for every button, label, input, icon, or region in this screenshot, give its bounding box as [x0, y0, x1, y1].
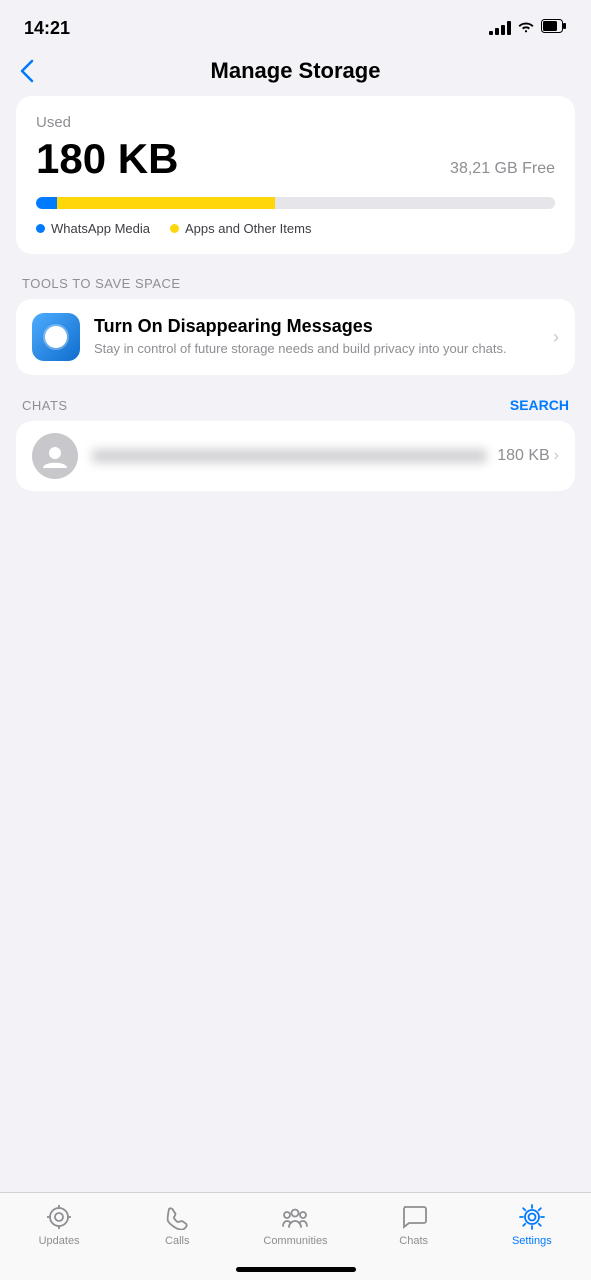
- chats-card: 180 KB ›: [16, 421, 575, 491]
- back-button[interactable]: [20, 59, 34, 83]
- tool-subtitle: Stay in control of future storage needs …: [94, 340, 545, 358]
- chats-section-header: CHATS SEARCH: [16, 397, 575, 413]
- tab-updates[interactable]: Updates: [19, 1203, 99, 1247]
- chats-icon: [400, 1203, 428, 1231]
- tab-calls-label: Calls: [165, 1235, 189, 1247]
- storage-progress-bar: [36, 197, 555, 209]
- calls-icon: [163, 1203, 191, 1231]
- status-icons: [489, 19, 567, 38]
- tool-chevron-icon: ›: [553, 327, 559, 348]
- storage-free-value: 38,21 GB Free: [450, 160, 555, 178]
- legend-label-whatsapp: WhatsApp Media: [51, 221, 150, 236]
- communities-icon: [281, 1203, 309, 1231]
- signal-icon: [489, 21, 511, 35]
- legend-label-apps: Apps and Other Items: [185, 221, 311, 236]
- battery-icon: [541, 19, 567, 38]
- chat-item[interactable]: 180 KB ›: [16, 421, 575, 491]
- storage-row: 180 KB 38,21 GB Free: [36, 135, 555, 183]
- nav-header: Manage Storage: [0, 50, 591, 96]
- legend-whatsapp: WhatsApp Media: [36, 221, 150, 236]
- wifi-icon: [517, 19, 535, 38]
- legend-dot-apps: [170, 224, 179, 233]
- chat-name-blur: [92, 449, 487, 463]
- disappearing-messages-icon-wrap: [32, 313, 80, 361]
- tab-settings-label: Settings: [512, 1235, 552, 1247]
- storage-used-value: 180 KB: [36, 135, 178, 183]
- main-content: Used 180 KB 38,21 GB Free WhatsApp Media…: [0, 96, 591, 491]
- disappearing-messages-item[interactable]: Turn On Disappearing Messages Stay in co…: [16, 299, 575, 375]
- tab-calls[interactable]: Calls: [137, 1203, 217, 1247]
- settings-icon: [518, 1203, 546, 1231]
- status-bar: 14:21: [0, 0, 591, 50]
- tab-communities[interactable]: Communities: [255, 1203, 335, 1247]
- page-title: Manage Storage: [211, 58, 381, 84]
- used-label: Used: [36, 114, 555, 131]
- tool-text: Turn On Disappearing Messages Stay in co…: [94, 316, 545, 358]
- storage-card: Used 180 KB 38,21 GB Free WhatsApp Media…: [16, 96, 575, 254]
- chat-size-value: 180 KB: [497, 447, 549, 465]
- tool-title: Turn On Disappearing Messages: [94, 316, 545, 337]
- tab-chats-label: Chats: [399, 1235, 428, 1247]
- tab-settings[interactable]: Settings: [492, 1203, 572, 1247]
- tab-communities-label: Communities: [263, 1235, 327, 1247]
- storage-legend: WhatsApp Media Apps and Other Items: [36, 221, 555, 236]
- tools-section-header: TOOLS TO SAVE SPACE: [16, 276, 575, 291]
- tab-updates-label: Updates: [39, 1235, 80, 1247]
- status-time: 14:21: [24, 18, 70, 39]
- legend-dot-whatsapp: [36, 224, 45, 233]
- chat-size: 180 KB ›: [497, 447, 559, 465]
- tools-card: Turn On Disappearing Messages Stay in co…: [16, 299, 575, 375]
- search-button[interactable]: SEARCH: [510, 397, 569, 413]
- chat-chevron-icon: ›: [554, 447, 559, 465]
- chats-label: CHATS: [22, 398, 68, 413]
- home-indicator: [236, 1267, 356, 1272]
- progress-apps: [57, 197, 275, 209]
- tab-chats[interactable]: Chats: [374, 1203, 454, 1247]
- progress-whatsapp: [36, 197, 57, 209]
- legend-apps: Apps and Other Items: [170, 221, 311, 236]
- chat-avatar: [32, 433, 78, 479]
- updates-icon: [45, 1203, 73, 1231]
